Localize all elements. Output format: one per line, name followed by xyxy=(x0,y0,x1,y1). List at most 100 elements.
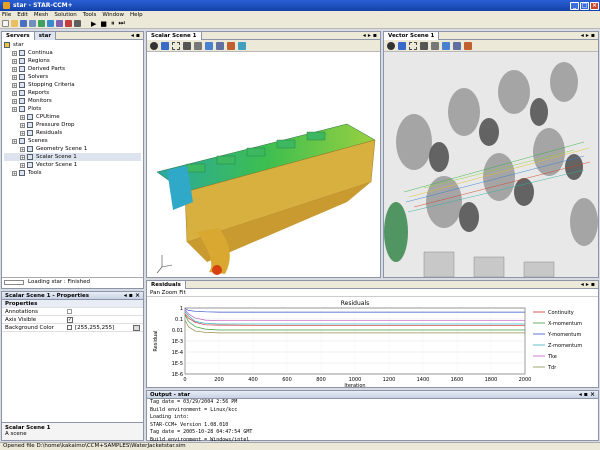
color-swatch[interactable] xyxy=(67,325,72,330)
tree-item[interactable]: + Vector Scene 1 xyxy=(4,161,141,169)
tree-item[interactable]: + Solvers xyxy=(4,73,141,81)
tree-item[interactable]: star xyxy=(4,41,141,49)
vector-scene-canvas[interactable] xyxy=(384,52,598,277)
camera-icon[interactable] xyxy=(420,41,428,50)
rotate-icon[interactable] xyxy=(387,41,395,50)
tree-item[interactable]: + Geometry Scene 1 xyxy=(4,145,141,153)
expand-icon[interactable]: + xyxy=(12,106,17,112)
x-tick-label: 400 xyxy=(248,377,258,383)
initialize-icon[interactable] xyxy=(38,20,45,27)
tab-star[interactable]: star xyxy=(34,31,57,40)
expand-icon[interactable]: + xyxy=(20,122,25,128)
tree-item[interactable]: + CPUtime xyxy=(4,113,141,121)
scalar-scene-panel: Scalar Scene 1 ◂ ▸ ▪ xyxy=(146,31,381,278)
open-folder-icon[interactable] xyxy=(11,20,18,27)
new-file-icon[interactable] xyxy=(2,20,9,27)
expand-icon[interactable]: + xyxy=(12,170,17,176)
scene-icon[interactable] xyxy=(47,20,54,27)
expand-icon[interactable]: + xyxy=(12,138,17,144)
x-axis-label: Iteration xyxy=(344,383,365,388)
tree-item[interactable]: + Pressure Drop xyxy=(4,121,141,129)
color-map-icon[interactable] xyxy=(227,41,235,50)
grid-icon[interactable] xyxy=(74,20,81,27)
expand-icon[interactable]: + xyxy=(20,114,25,120)
y-axis-label: Residual xyxy=(153,330,159,351)
minimize-button[interactable]: _ xyxy=(570,1,579,10)
scene-panel-controls-icon[interactable]: ◂ ▸ ▪ xyxy=(363,32,377,39)
tree-item[interactable]: + Residuals xyxy=(4,129,141,137)
expand-icon[interactable]: + xyxy=(12,58,17,64)
residuals-chart[interactable]: Residuals 1 0.1 0.01 1E-3 1E-4 1E-5 1E-60 200 400… xyxy=(147,298,598,388)
zoom-icon[interactable] xyxy=(161,41,169,50)
display-icon[interactable] xyxy=(205,41,213,50)
properties-section[interactable]: Properties xyxy=(2,300,143,308)
tree-item[interactable]: + Plots xyxy=(4,105,141,113)
tree-item[interactable]: + Continua xyxy=(4,49,141,57)
expand-icon[interactable]: + xyxy=(12,66,17,72)
expand-icon[interactable]: + xyxy=(12,82,17,88)
tree-item[interactable]: + Stopping Criteria xyxy=(4,81,141,89)
tree-item[interactable]: + Tools xyxy=(4,169,141,177)
run-icon[interactable]: ▶ xyxy=(91,20,96,28)
expand-icon[interactable]: + xyxy=(12,74,17,80)
camera-icon[interactable] xyxy=(183,41,191,50)
display-icon[interactable] xyxy=(442,41,450,50)
prop-row-background-color[interactable]: Background Color [255,255,255] xyxy=(2,324,143,332)
lighting-icon[interactable] xyxy=(216,41,224,50)
view-icon[interactable] xyxy=(194,41,202,50)
pause-icon[interactable]: ⏸ xyxy=(111,19,115,28)
axis-visible-checkbox[interactable]: ✓ xyxy=(67,316,73,323)
stop-icon[interactable]: ■ xyxy=(100,20,107,28)
prop-row-axis-visible[interactable]: Axis Visible ✓ xyxy=(2,316,143,324)
tree-item[interactable]: + Regions xyxy=(4,57,141,65)
panel-menu-icon[interactable]: ◂ ▪ xyxy=(131,32,140,39)
color-map-icon[interactable] xyxy=(464,41,472,50)
tree-item[interactable]: + Scenes xyxy=(4,137,141,145)
residuals-panel-controls-icon[interactable]: ◂ ▸ ▪ xyxy=(581,281,595,288)
expand-icon[interactable]: + xyxy=(20,130,25,136)
tree-item[interactable]: + Scalar Scene 1 xyxy=(4,153,141,161)
mesh-icon[interactable] xyxy=(29,20,36,27)
view-icon[interactable] xyxy=(431,41,439,50)
step-icon[interactable]: ⏭ xyxy=(119,19,125,28)
menu-mesh[interactable]: Mesh xyxy=(34,12,48,18)
menu-file[interactable]: File xyxy=(2,12,11,18)
color-picker-button[interactable] xyxy=(133,324,140,331)
save-icon[interactable] xyxy=(20,20,27,27)
expand-icon[interactable]: + xyxy=(12,98,17,104)
output-panel-controls-icon[interactable]: ◂ ▪ × xyxy=(579,391,595,398)
expand-icon[interactable]: + xyxy=(20,146,25,152)
tree-item[interactable]: + Monitors xyxy=(4,97,141,105)
tree-item[interactable]: + Derived Parts xyxy=(4,65,141,73)
tab-scalar-scene[interactable]: Scalar Scene 1 xyxy=(147,32,202,40)
expand-icon[interactable]: + xyxy=(20,162,25,168)
tab-servers[interactable]: Servers xyxy=(2,31,35,40)
rotate-icon[interactable] xyxy=(150,41,158,50)
expand-icon[interactable]: + xyxy=(12,90,17,96)
close-button[interactable]: × xyxy=(590,1,599,10)
tree-item[interactable]: + Reports xyxy=(4,89,141,97)
menu-solution[interactable]: Solution xyxy=(54,12,76,18)
save-image-icon[interactable] xyxy=(238,41,246,50)
select-icon[interactable] xyxy=(409,41,417,50)
plot-icon[interactable] xyxy=(56,20,63,27)
prop-value-field[interactable] xyxy=(67,309,72,314)
menu-window[interactable]: Window xyxy=(102,12,124,18)
clear-icon[interactable] xyxy=(65,20,72,27)
lighting-icon[interactable] xyxy=(453,41,461,50)
expand-icon[interactable]: + xyxy=(20,154,25,160)
select-icon[interactable] xyxy=(172,41,180,50)
expand-icon[interactable]: + xyxy=(12,50,17,56)
scalar-scene-canvas[interactable] xyxy=(147,52,380,277)
menu-help[interactable]: Help xyxy=(130,12,143,18)
panel-close-icon[interactable]: ◂ ▪ × xyxy=(124,292,140,299)
tab-vector-scene[interactable]: Vector Scene 1 xyxy=(384,32,440,40)
zoom-icon[interactable] xyxy=(398,41,406,50)
maximize-button[interactable]: □ xyxy=(580,1,589,10)
tab-residuals[interactable]: Residuals xyxy=(147,280,186,289)
prop-row-annotations[interactable]: Annotations xyxy=(2,308,143,316)
menu-edit[interactable]: Edit xyxy=(17,12,28,18)
menu-tools[interactable]: Tools xyxy=(83,12,97,18)
vector-panel-controls-icon[interactable]: ◂ ▸ ▪ xyxy=(581,32,595,39)
plot-menu[interactable]: Pan Zoom Fit xyxy=(150,290,186,296)
